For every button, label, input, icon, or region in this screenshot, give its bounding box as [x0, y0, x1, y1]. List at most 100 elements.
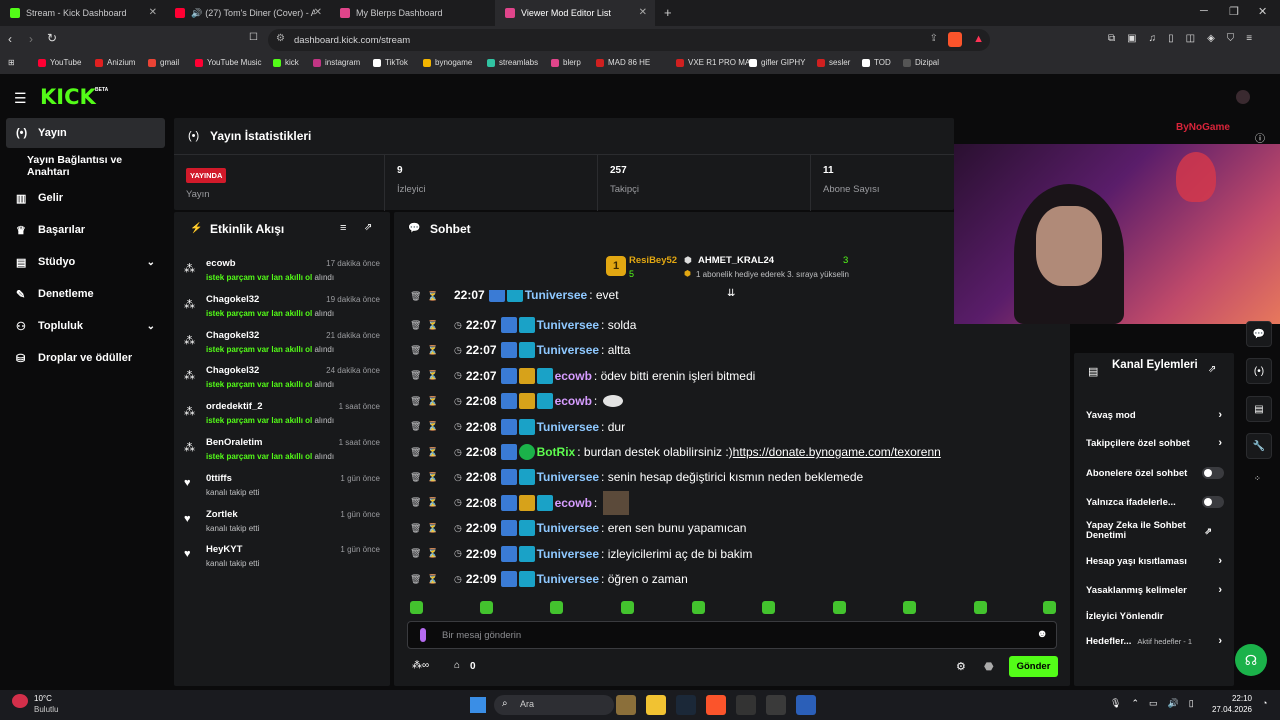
brave-rewards-icon[interactable]: ▲	[973, 33, 984, 45]
chat-input-box[interactable]: Bir mesaj gönderin ☻	[407, 621, 1057, 649]
close-tab-icon[interactable]: ✕	[314, 7, 322, 18]
activity-user[interactable]: HeyKYT	[206, 544, 242, 555]
kick-logo[interactable]: KICK	[40, 85, 96, 109]
activity-user[interactable]: BenOraletim	[206, 437, 263, 448]
sidebar-item-0[interactable]: (•) Yayın	[6, 118, 165, 148]
bookmark-9[interactable]: blerp	[551, 58, 581, 67]
mod-actions-icon[interactable]: 🗑⏳	[410, 345, 454, 356]
puzzle-icon[interactable]: ⧉	[1108, 33, 1115, 44]
popout-icon[interactable]: ⇗	[1208, 364, 1216, 375]
chevron-down-icon[interactable]: ⌄	[147, 257, 155, 268]
toggle-switch[interactable]	[1202, 496, 1224, 508]
close-tab-icon[interactable]: ✕	[149, 7, 157, 18]
msg-user[interactable]: ecowb	[555, 394, 592, 408]
sidebar-item-5[interactable]: ✎ Denetleme	[6, 279, 165, 309]
emote-icon[interactable]	[974, 601, 987, 614]
activity-user[interactable]: 0ttiffs	[206, 473, 232, 484]
tab-blerps[interactable]: My Blerps Dashboard	[330, 0, 495, 26]
mod-actions-icon[interactable]: 🗑⏳	[410, 447, 454, 458]
info-icon[interactable]: ⓘ	[1255, 130, 1265, 145]
msg-user[interactable]: Tuniversee	[537, 343, 599, 357]
bot-icon[interactable]: ⬣	[984, 660, 994, 673]
scroll-down-icon[interactable]: ⇊	[727, 288, 735, 299]
msg-user[interactable]: ecowb	[555, 496, 592, 510]
emoji-icon[interactable]: ☻	[1036, 628, 1048, 640]
maximize-window-icon[interactable]: ❐	[1229, 5, 1239, 18]
emote-icon[interactable]	[480, 601, 493, 614]
tab-viewer-mod-editor[interactable]: Viewer Mod Editor List ✕	[495, 0, 655, 26]
settings-gear-icon[interactable]: ⚙	[956, 660, 966, 673]
bookmark-8[interactable]: streamlabs	[487, 58, 538, 67]
send-button[interactable]: Gönder	[1009, 656, 1058, 677]
site-info-icon[interactable]: ⚙	[276, 33, 285, 44]
forward-icon[interactable]: ›	[29, 32, 33, 46]
bookmark-7[interactable]: bynogame	[423, 58, 472, 67]
avatar[interactable]	[1236, 90, 1250, 104]
taskbar-search[interactable]: ⌕ Ara	[494, 695, 614, 715]
broadcast-rail-icon[interactable]: (•)	[1246, 358, 1272, 384]
bookmark-1[interactable]: Anizium	[95, 58, 135, 67]
chevron-up-icon[interactable]: ⌃	[1131, 698, 1139, 709]
menu-icon[interactable]: ≡	[1246, 33, 1252, 44]
music-icon[interactable]: ♫	[1149, 33, 1157, 44]
msg-user[interactable]: Tuniversee	[537, 547, 599, 561]
shield-icon[interactable]: ⛉	[1227, 33, 1235, 44]
emote-icon[interactable]	[621, 601, 634, 614]
channel-action-item[interactable]: Takipçilere özel sohbet ›	[1086, 431, 1226, 455]
store-app-icon[interactable]	[766, 695, 786, 715]
actions-rail-icon[interactable]: ▤	[1246, 396, 1272, 422]
clock-time[interactable]: 22:10	[1222, 694, 1252, 703]
share-icon[interactable]: ⇪	[930, 33, 938, 44]
reload-icon[interactable]: ↻	[47, 31, 57, 45]
tab-youtube[interactable]: 🔊 (27) Tom's Diner (Cover) - Annen ✕	[165, 0, 330, 26]
app-icon[interactable]	[796, 695, 816, 715]
notification-icon[interactable]: ◔	[1262, 698, 1267, 708]
bookmark-6[interactable]: TikTok	[373, 58, 408, 67]
mic-tray-icon[interactable]: 🎙	[1110, 698, 1121, 709]
file-explorer-icon[interactable]	[646, 695, 666, 715]
mod-actions-icon[interactable]: 🗑⏳	[410, 523, 454, 534]
game-app-icon[interactable]	[616, 695, 636, 715]
channel-action-item[interactable]: Hesap yaşı kısıtlaması ›	[1086, 549, 1226, 573]
mod-actions-icon[interactable]: 🗑⏳	[410, 396, 454, 407]
steam-icon[interactable]	[676, 695, 696, 715]
bookmark-4[interactable]: kick	[273, 58, 299, 67]
msg-user[interactable]: ecowb	[555, 369, 592, 383]
mod-actions-icon[interactable]: 🗑⏳	[410, 548, 454, 559]
store-icon[interactable]: ⌂	[454, 660, 460, 671]
toggle-switch[interactable]	[1202, 467, 1224, 479]
apps-grid-icon[interactable]: ⊞	[8, 58, 15, 67]
mod-actions-icon[interactable]: 🗑⏳	[410, 370, 454, 381]
wrench-rail-icon[interactable]: 🔧	[1246, 433, 1272, 459]
sidebar-item-1[interactable]: Yayın Bağlantısı ve Anahtarı	[6, 151, 165, 181]
gifter-name[interactable]: AHMET_KRAL24	[698, 255, 774, 266]
wallet-icon[interactable]: ◫	[1186, 33, 1195, 44]
sidebar-item-2[interactable]: ▥ Gelir	[6, 183, 165, 213]
mod-actions-icon[interactable]: 🗑⏳	[410, 472, 454, 483]
channel-action-item[interactable]: İzleyici Yönlendir	[1086, 604, 1226, 628]
mod-actions-icon[interactable]: 🗑⏳	[410, 497, 454, 508]
channel-action-item[interactable]: Abonelere özel sohbet	[1086, 461, 1226, 485]
clock-date[interactable]: 27.04.2026	[1204, 705, 1252, 714]
activity-user[interactable]: Chagokel32	[206, 330, 259, 341]
minimize-window-icon[interactable]: ─	[1200, 5, 1208, 17]
chat-rail-icon[interactable]: 💬	[1246, 321, 1272, 347]
bookmark-0[interactable]: YouTube	[38, 58, 81, 67]
chevron-down-icon[interactable]: ⌄	[147, 321, 155, 332]
msg-link[interactable]: https://donate.bynogame.com/texorenn	[733, 445, 941, 459]
hamburger-icon[interactable]: ☰	[14, 90, 27, 107]
emote-icon[interactable]	[903, 601, 916, 614]
brave-icon[interactable]	[706, 695, 726, 715]
network-icon[interactable]: ▭	[1149, 698, 1158, 709]
windows-start-icon[interactable]	[470, 697, 486, 713]
points-icon[interactable]: ⁂∞	[412, 660, 429, 671]
emote-icon[interactable]	[692, 601, 705, 614]
tab-kick-dashboard[interactable]: Stream - Kick Dashboard ✕	[0, 0, 165, 26]
filter-icon[interactable]: ≡	[340, 222, 346, 234]
popout-icon[interactable]: ⇗	[364, 222, 372, 233]
bookmark-11[interactable]: VXE R1 PRO MAX	[676, 58, 756, 67]
sidebar-item-6[interactable]: ⚇ Topluluk ⌄	[6, 311, 165, 341]
mod-actions-icon[interactable]: 🗑⏳	[410, 421, 454, 432]
msg-user[interactable]: BotRix	[537, 445, 576, 459]
volume-icon[interactable]: 🔊	[1168, 698, 1179, 709]
